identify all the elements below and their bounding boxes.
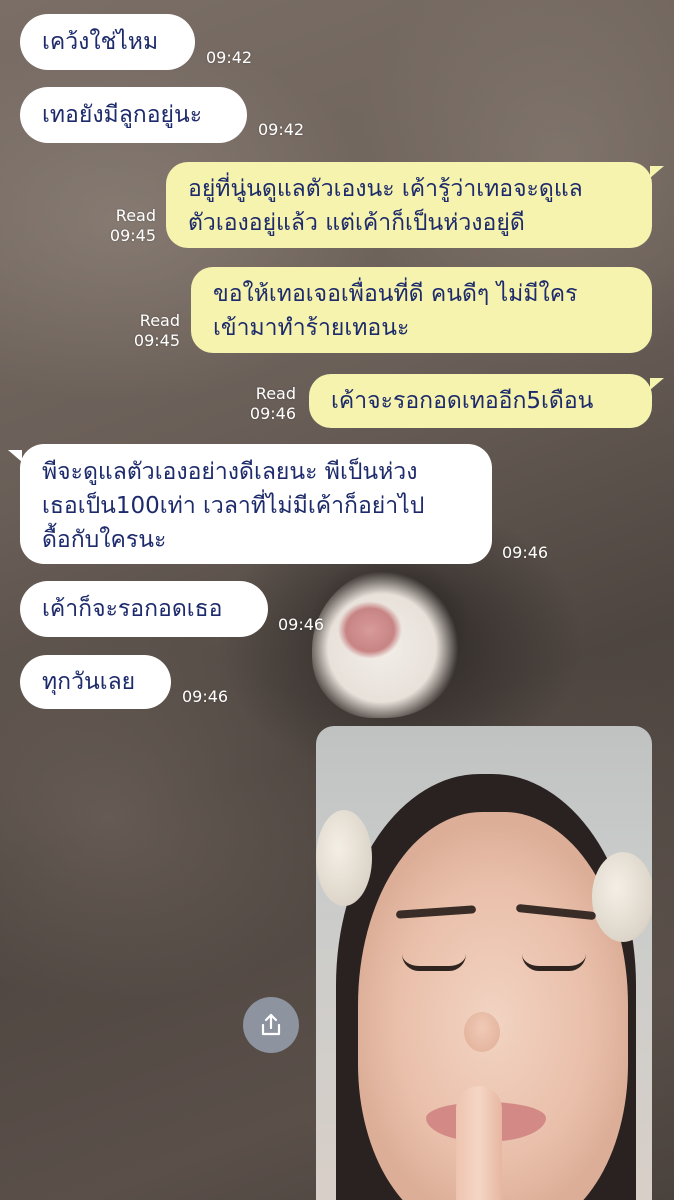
message-time: 09:42 [258, 120, 305, 139]
message-line: เธอเป็น100เท่า เวลาที่ไม่มีเค้าก็อย่าไป [42, 493, 425, 519]
bubble-tail [8, 450, 22, 462]
incoming-message-bubble[interactable]: เคว้งใช่ไหม [20, 14, 195, 70]
outgoing-message-bubble[interactable]: อยู่ที่นู่นดูแลตัวเองนะ เค้ารู้ว่าเทอจะด… [166, 162, 652, 248]
incoming-message-bubble[interactable]: เค้าก็จะรอกอดเธอ [20, 581, 268, 637]
share-button[interactable] [243, 997, 299, 1053]
message-time: 09:45 [133, 331, 180, 350]
message-meta: Read 09:46 [244, 384, 296, 424]
message-time: 09:42 [206, 48, 253, 67]
message-time: 09:46 [502, 543, 549, 562]
message-meta: 09:42 [258, 120, 304, 140]
message-line: ขอให้เทอเจอเพื่อนที่ดี คนดีๆ ไม่มีใคร [213, 281, 578, 307]
message-meta: 09:46 [278, 615, 324, 635]
message-text: เค้าจะรอกอดเทออีก5เดือน [331, 388, 594, 414]
message-meta: Read 09:45 [128, 311, 180, 351]
message-meta: 09:42 [206, 48, 252, 68]
message-text: เทอยังมีลูกอยู่นะ [42, 102, 203, 128]
photo-message[interactable] [316, 726, 652, 1200]
share-icon [261, 1013, 281, 1036]
bubble-tail [650, 166, 664, 178]
read-status: Read [139, 311, 180, 330]
message-line: ตัวเองอยู่แล้ว แต่เค้าก็เป็นห่วงอยู่ดี [188, 210, 525, 236]
message-meta: Read 09:45 [104, 206, 156, 246]
message-line: อยู่ที่นู่นดูแลตัวเองนะ เค้ารู้ว่าเทอจะด… [188, 176, 583, 202]
message-text: ทุกวันเลย [42, 669, 136, 695]
bubble-tail [650, 378, 664, 390]
photo-eye [402, 954, 466, 971]
photo-ear-muff [316, 810, 372, 906]
message-line: เข้ามาทำร้ายเทอนะ [213, 315, 410, 341]
photo-ear-muff [592, 852, 652, 942]
message-line: ดื้อกับใครนะ [42, 527, 167, 553]
message-time: 09:46 [182, 687, 229, 706]
outgoing-message-bubble[interactable]: ขอให้เทอเจอเพื่อนที่ดี คนดีๆ ไม่มีใคร เข… [191, 267, 652, 353]
message-time: 09:46 [278, 615, 325, 634]
message-time: 09:45 [109, 226, 156, 245]
message-text: เคว้งใช่ไหม [42, 29, 159, 55]
message-text: เค้าก็จะรอกอดเธอ [42, 596, 223, 622]
incoming-message-bubble[interactable]: เทอยังมีลูกอยู่นะ [20, 87, 247, 143]
incoming-message-bubble[interactable]: พีจะดูแลตัวเองอย่างดีเลยนะ พีเป็นห่วง เธ… [20, 444, 492, 564]
message-line: พีจะดูแลตัวเองอย่างดีเลยนะ พีเป็นห่วง [42, 459, 418, 485]
outgoing-message-bubble[interactable]: เค้าจะรอกอดเทออีก5เดือน [309, 374, 652, 428]
message-time: 09:46 [249, 404, 296, 423]
photo-nose [464, 1012, 500, 1052]
message-meta: 09:46 [502, 543, 548, 563]
photo-finger [456, 1086, 502, 1200]
incoming-message-bubble[interactable]: ทุกวันเลย [20, 655, 171, 709]
photo-eye [522, 954, 586, 971]
read-status: Read [255, 384, 296, 403]
message-meta: 09:46 [182, 687, 228, 707]
read-status: Read [115, 206, 156, 225]
